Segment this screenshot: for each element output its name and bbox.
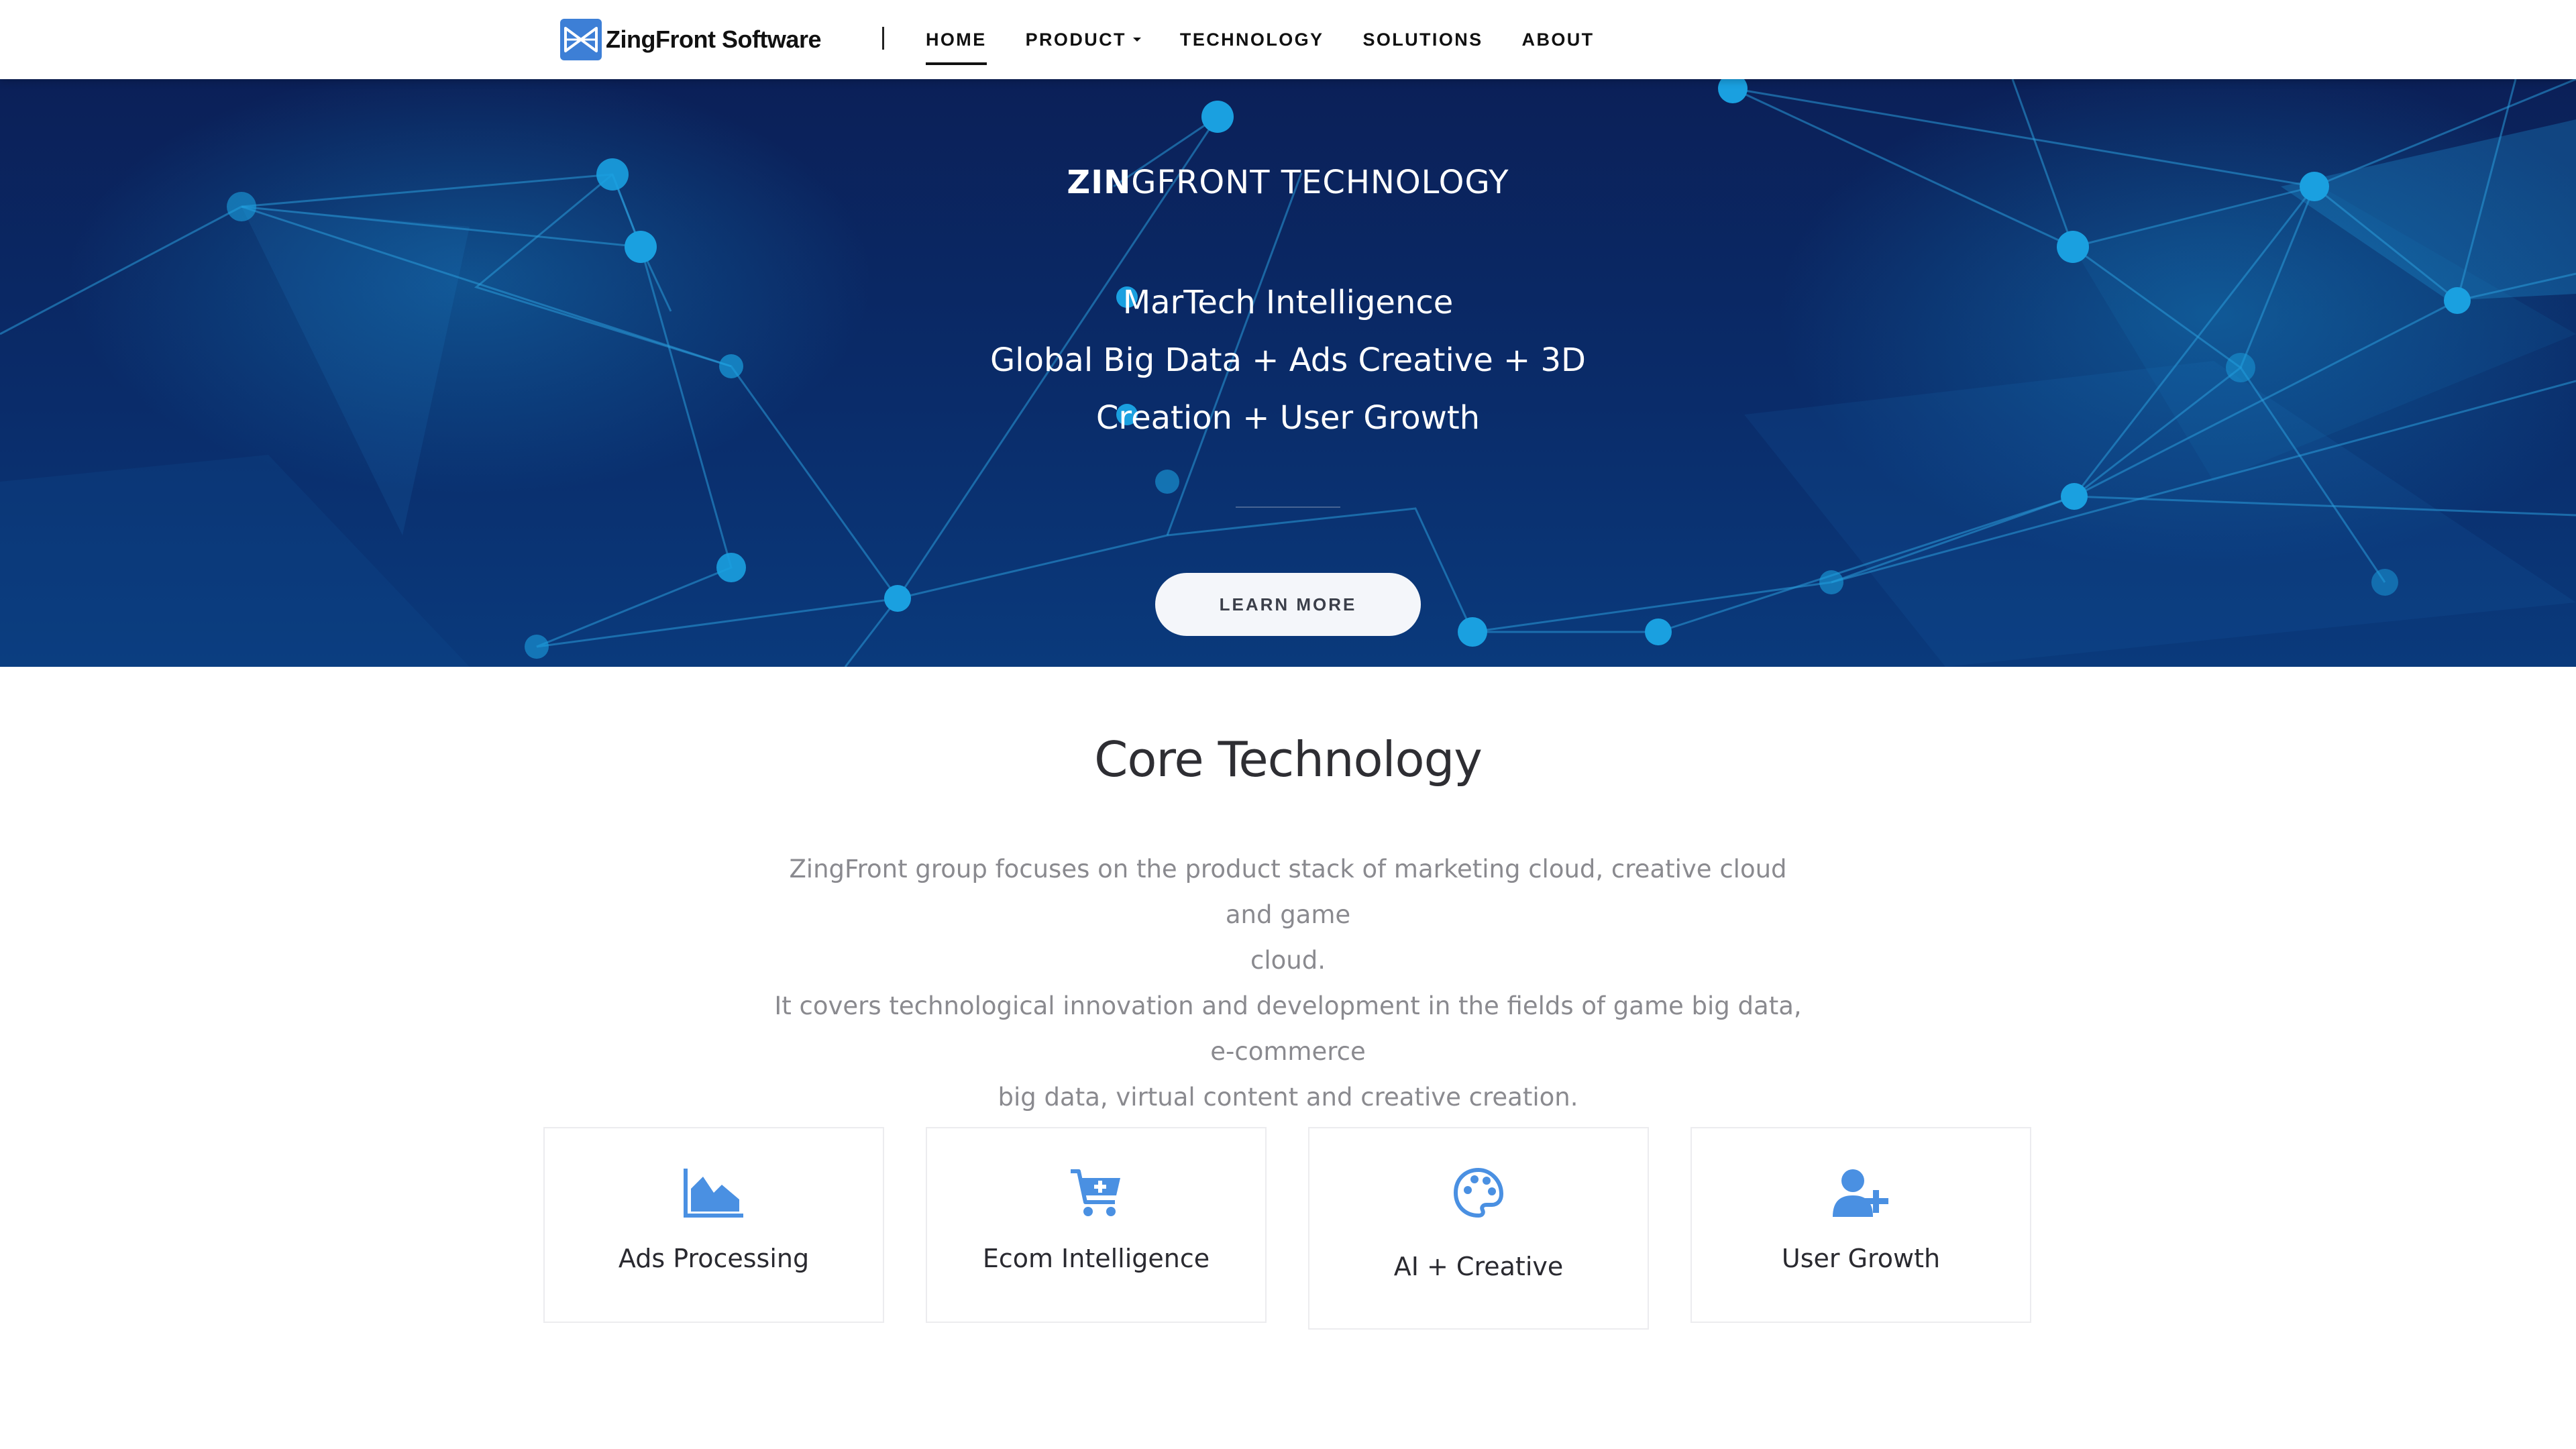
user-plus-icon: [1833, 1169, 1888, 1217]
nav-about[interactable]: ABOUT: [1522, 30, 1595, 50]
nav-product[interactable]: PRODUCT: [1026, 30, 1141, 50]
hero-banner: ZINGFRONT TECHNOLOGY MarTech Intelligenc…: [0, 79, 2576, 667]
hero-line-1: MarTech Intelligence: [1122, 284, 1454, 321]
nav-solutions[interactable]: SOLUTIONS: [1362, 30, 1483, 50]
description-line-3: It covers technological innovation and d…: [774, 991, 1802, 1066]
description-line-1: ZingFront group focuses on the product s…: [789, 855, 1787, 929]
brand-logo[interactable]: ZingFront Software: [560, 19, 821, 60]
card-label: Ecom Intelligence: [982, 1244, 1210, 1273]
nav-about-label: ABOUT: [1521, 29, 1595, 50]
core-technology-heading: Core Technology: [1094, 731, 1483, 788]
card-label: AI + Creative: [1393, 1252, 1564, 1281]
cart-plus-icon: [1071, 1169, 1120, 1216]
hero-divider: [1236, 506, 1340, 508]
card-label: Ads Processing: [618, 1244, 810, 1273]
nav-menu: HOME PRODUCT TECHNOLOGY SOLUTIONS ABOUT: [926, 0, 1633, 79]
nav-home[interactable]: HOME: [926, 29, 987, 65]
card-ecom-intelligence[interactable]: Ecom Intelligence: [926, 1127, 1267, 1323]
hero-title-rest: GFRONT TECHNOLOGY: [1131, 164, 1509, 201]
area-chart-icon: [684, 1169, 743, 1218]
top-navbar: ZingFront Software HOME PRODUCT TECHNOLO…: [0, 0, 2576, 79]
palette-icon: [1453, 1167, 1504, 1218]
zingfront-logo-icon: [560, 19, 602, 60]
core-technology-description: ZingFront group focuses on the product s…: [765, 847, 1811, 1120]
hero-line-3: Creation + User Growth: [1095, 399, 1481, 437]
nav-solutions-label: SOLUTIONS: [1362, 29, 1483, 50]
hero-tagline: MarTech Intelligence Global Big Data + A…: [0, 274, 2576, 447]
nav-home-label: HOME: [926, 29, 987, 50]
nav-technology[interactable]: TECHNOLOGY: [1180, 30, 1324, 50]
hero-content: ZINGFRONT TECHNOLOGY MarTech Intelligenc…: [0, 79, 2576, 667]
description-line-4: big data, virtual content and creative c…: [998, 1083, 1578, 1112]
nav-divider: [882, 27, 884, 50]
card-user-growth[interactable]: User Growth: [1690, 1127, 2031, 1323]
nav-product-label: PRODUCT: [1025, 29, 1126, 50]
hero-title: ZINGFRONT TECHNOLOGY: [0, 164, 2576, 201]
hero-line-2: Global Big Data + Ads Creative + 3D: [990, 341, 1586, 379]
card-ai-creative[interactable]: AI + Creative: [1308, 1127, 1649, 1330]
hero-title-bold: ZIN: [1067, 164, 1132, 201]
card-ads-processing[interactable]: Ads Processing: [543, 1127, 884, 1323]
card-label: User Growth: [1781, 1244, 1941, 1273]
description-line-2: cloud.: [1250, 946, 1326, 975]
chevron-down-icon: [1132, 38, 1141, 42]
brand-name: ZingFront Software: [606, 25, 821, 53]
learn-more-button[interactable]: LEARN MORE: [1155, 573, 1421, 636]
nav-technology-label: TECHNOLOGY: [1179, 29, 1324, 50]
